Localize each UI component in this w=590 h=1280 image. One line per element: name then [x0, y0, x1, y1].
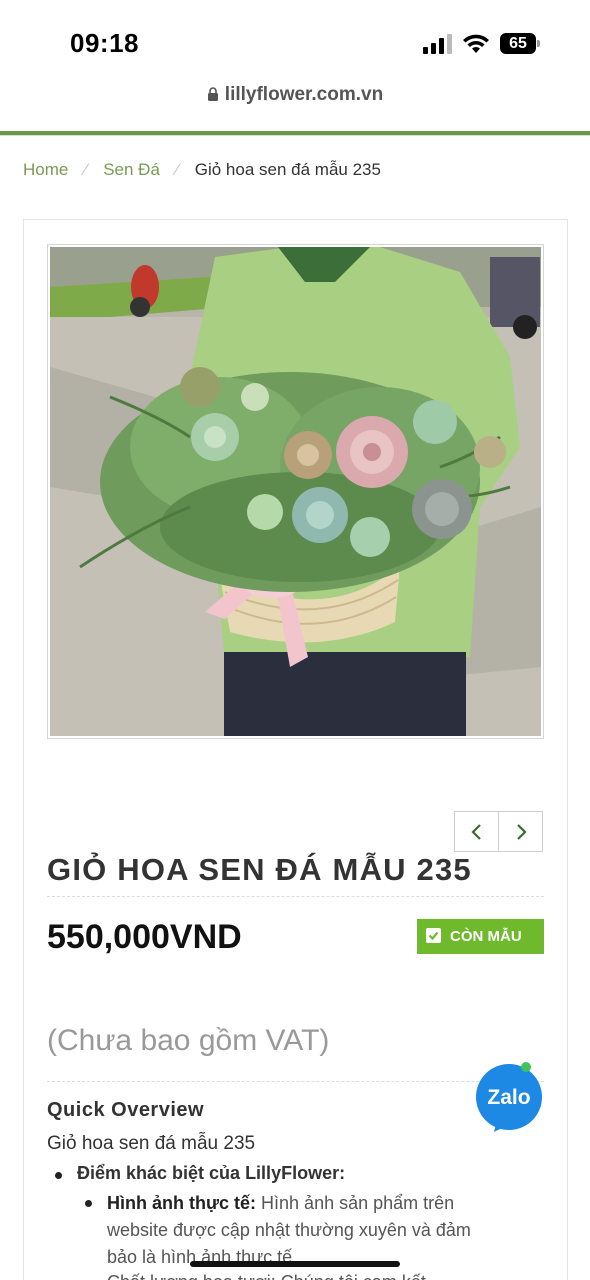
- product-price: 550,000VND: [47, 918, 242, 956]
- breadcrumb-home-link[interactable]: Home: [23, 160, 68, 179]
- breadcrumb-separator: ⁄: [84, 160, 88, 179]
- stock-label: CÒN MẪU: [450, 928, 522, 945]
- breadcrumb-current: Giỏ hoa sen đá mẫu 235: [194, 160, 381, 179]
- lock-icon: [207, 87, 218, 101]
- next-item-partial: Chất lượng hoa tươi: Chúng tôi cam kết: [107, 1272, 426, 1280]
- battery-icon: 65: [500, 33, 540, 54]
- status-bar: 09:18 65: [0, 0, 590, 84]
- zalo-label: Zalo: [487, 1086, 530, 1109]
- product-image[interactable]: [47, 244, 544, 739]
- address-bar[interactable]: lillyflower.com.vn: [0, 84, 590, 130]
- product-title: GIỎ HOA SEN ĐÁ MẪU 235: [47, 852, 472, 887]
- real-image-label: Hình ảnh thực tế:: [107, 1193, 257, 1213]
- checkbox-icon: [426, 928, 441, 943]
- real-image-item: Hình ảnh thực tế: Hình ảnh sản phẩm trên…: [107, 1190, 502, 1271]
- quick-overview-product-name: Giỏ hoa sen đá mẫu 235: [47, 1133, 256, 1154]
- wifi-icon: [463, 34, 489, 53]
- header-accent-line-light: [0, 135, 590, 136]
- list-bullet: [55, 1172, 62, 1179]
- chevron-right-icon: [517, 824, 527, 840]
- battery-level: 65: [509, 35, 527, 52]
- list-bullet: [85, 1200, 92, 1207]
- vat-note: (Chưa bao gồm VAT): [47, 1024, 330, 1057]
- zalo-chat-button[interactable]: Zalo: [474, 1062, 544, 1132]
- quick-overview-heading: Quick Overview: [47, 1099, 205, 1121]
- divider: [47, 1081, 544, 1082]
- breadcrumb-category-link[interactable]: Sen Đá: [103, 160, 160, 179]
- signal-icon: [423, 34, 452, 54]
- home-indicator[interactable]: [190, 1261, 400, 1267]
- breadcrumb-separator: ⁄: [175, 160, 179, 179]
- difference-label: Điểm khác biệt của LillyFlower:: [77, 1163, 346, 1183]
- prev-product-button[interactable]: [454, 811, 499, 852]
- divider: [47, 896, 544, 897]
- url-text: lillyflower.com.vn: [224, 84, 384, 105]
- zalo-icon: Zalo: [476, 1062, 542, 1132]
- product-photo: [50, 247, 541, 736]
- stock-badge: CÒN MẪU: [417, 919, 544, 954]
- next-product-button[interactable]: [498, 811, 543, 852]
- status-time: 09:18: [70, 28, 139, 58]
- chevron-left-icon: [471, 824, 481, 840]
- breadcrumb: Home ⁄ Sen Đá ⁄ Giỏ hoa sen đá mẫu 235: [23, 160, 381, 180]
